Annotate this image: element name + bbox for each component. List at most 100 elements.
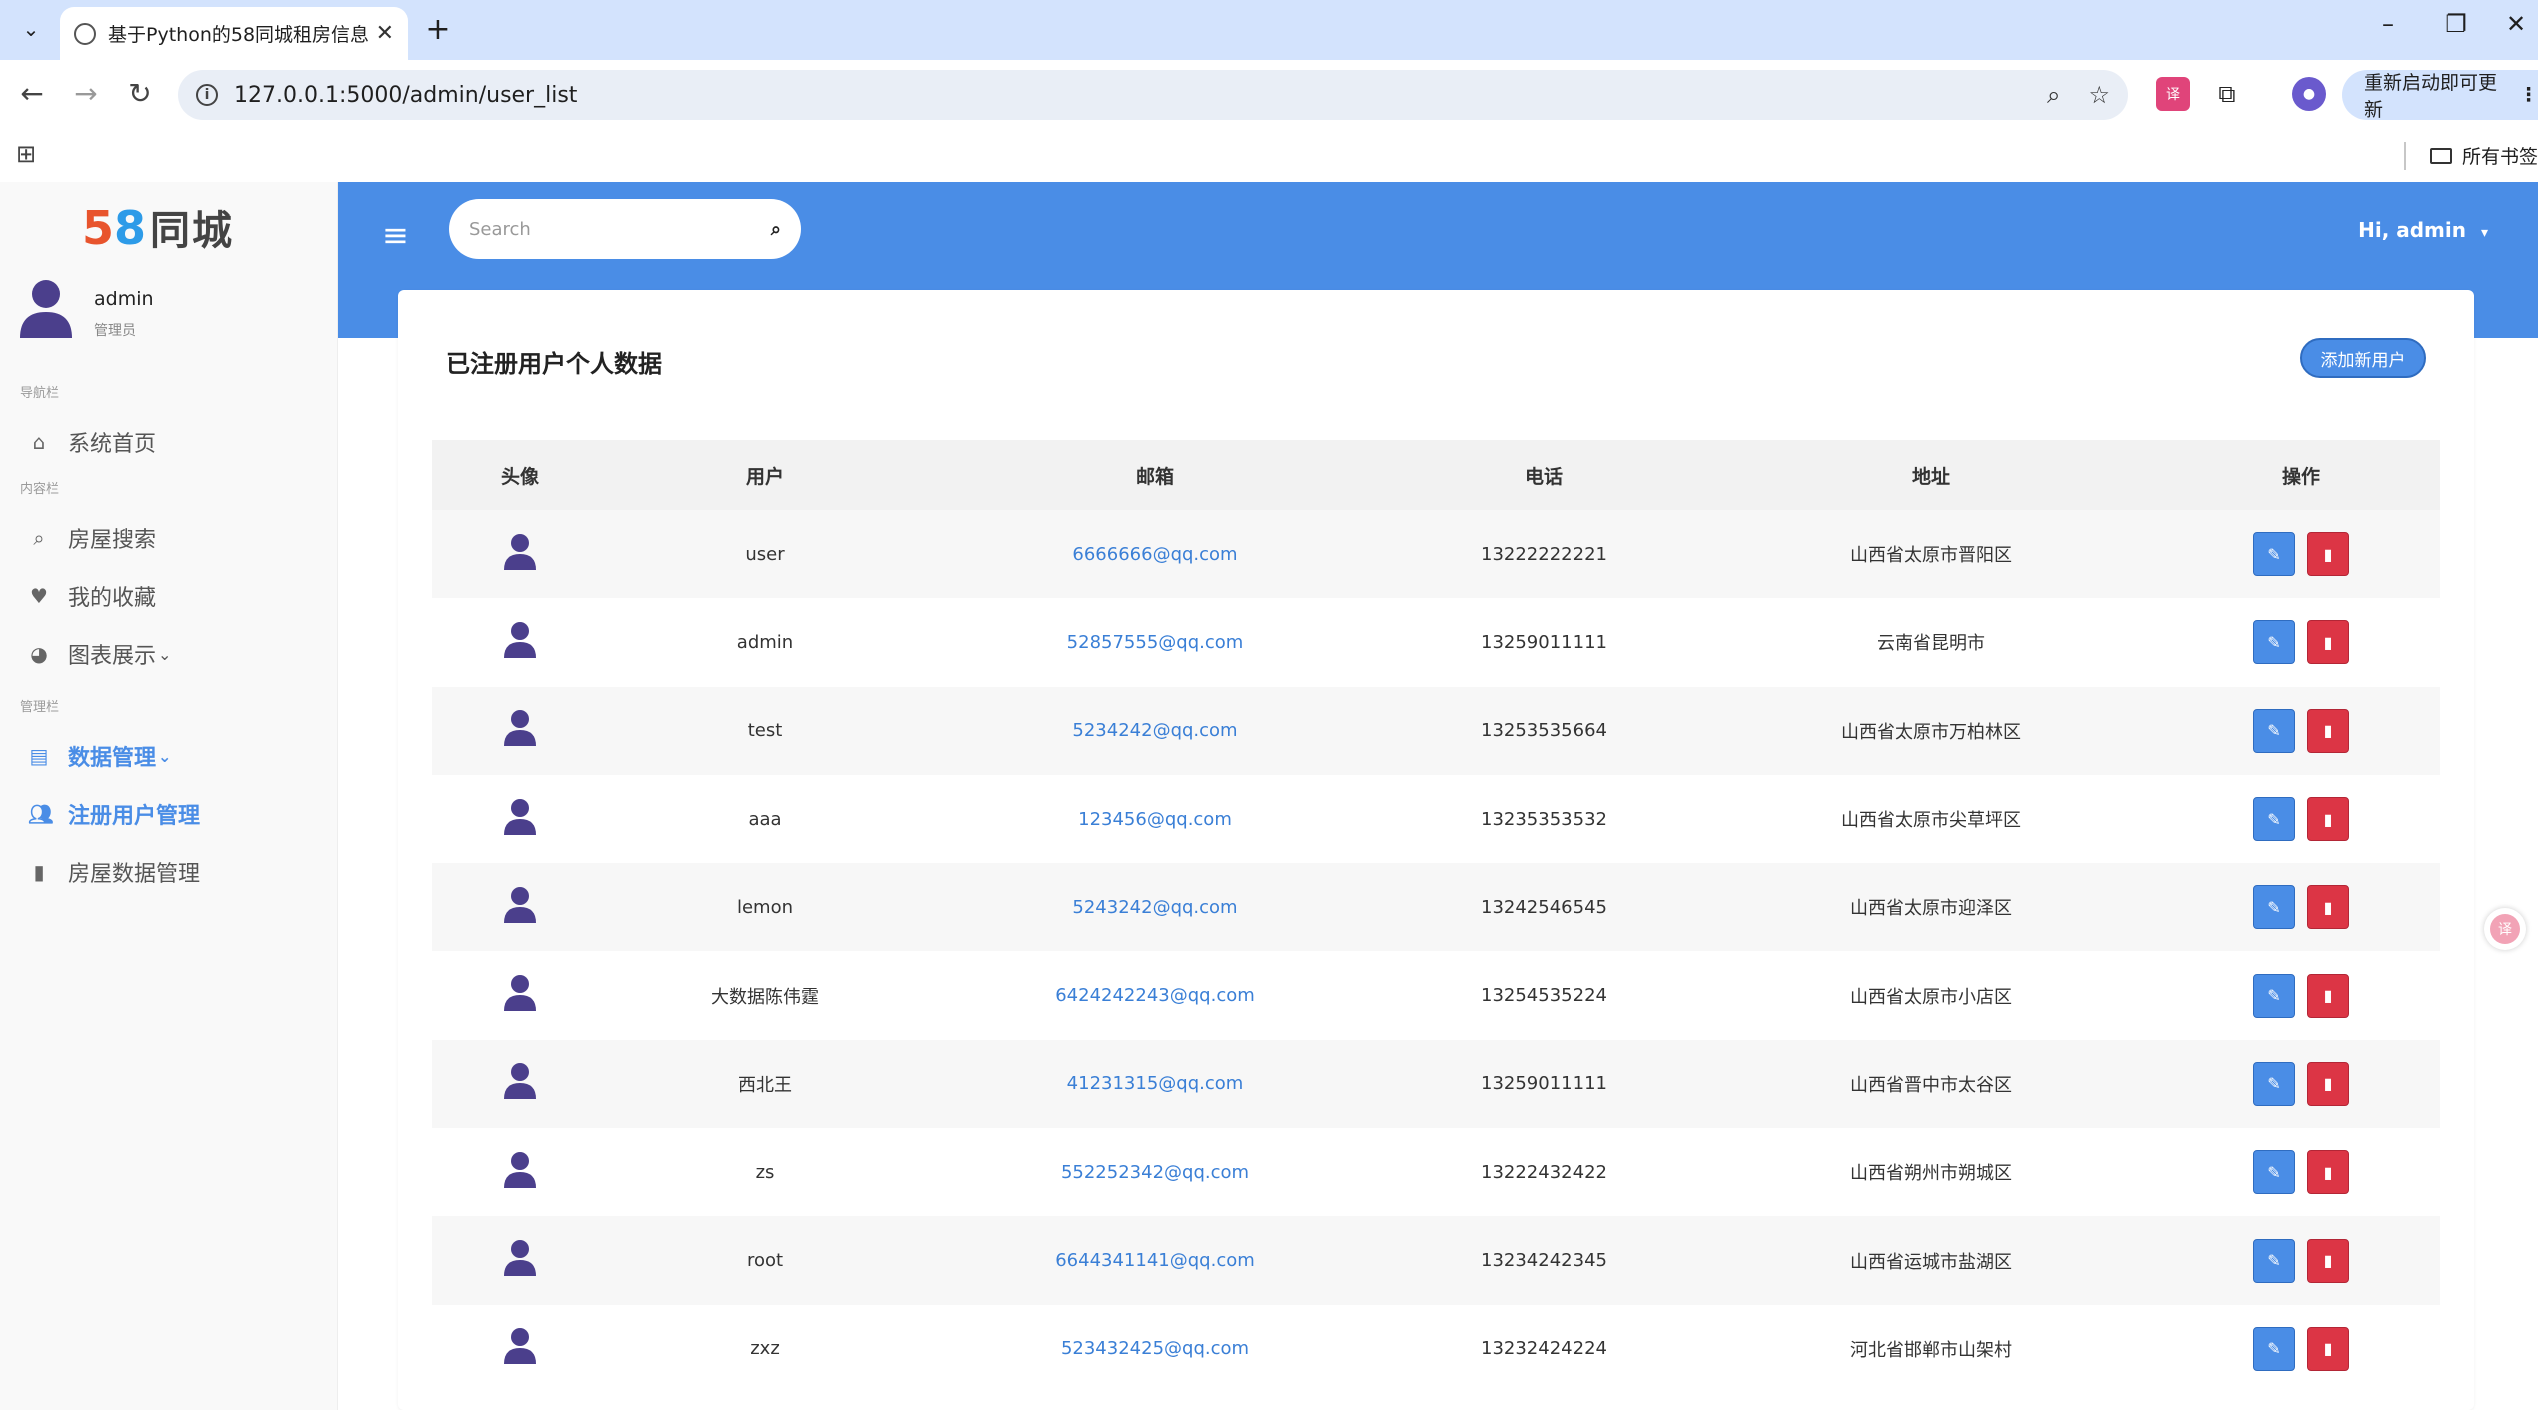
email-link[interactable]: 552252342@qq.com bbox=[922, 1162, 1388, 1183]
sidebar-item-home[interactable]: ⌂ 系统首页 bbox=[28, 422, 328, 462]
user-list-card: 已注册用户个人数据 添加新用户 头像 用户 邮箱 电话 地址 操作 user 66… bbox=[398, 290, 2474, 1410]
edit-button[interactable]: ✎ bbox=[2253, 1150, 2295, 1195]
sidebar-item-label: 图表展示 bbox=[68, 644, 157, 669]
column-header-user: 用户 bbox=[745, 465, 784, 488]
search-input[interactable]: Search ⌕ bbox=[449, 199, 801, 259]
sidebar-item-house-data-manage[interactable]: ▮ 房屋数据管理 bbox=[28, 852, 328, 892]
bookmarks-divider bbox=[2404, 142, 2406, 170]
table-row: admin 52857555@qq.com 13259011111 云南省昆明市 ✎ ▮ bbox=[432, 598, 2440, 687]
email-link[interactable]: 41231315@qq.com bbox=[922, 1073, 1388, 1094]
email-link[interactable]: 5243242@qq.com bbox=[922, 897, 1388, 918]
edit-button[interactable]: ✎ bbox=[2253, 1326, 2295, 1371]
pencil-icon: ✎ bbox=[2267, 986, 2281, 1006]
table-row: user 6666666@qq.com 13222222221 山西省太原市晋阳区 ✎ ▮ bbox=[432, 510, 2440, 599]
delete-button[interactable]: ▮ bbox=[2307, 797, 2349, 842]
edit-button[interactable]: ✎ bbox=[2253, 797, 2295, 842]
delete-button[interactable]: ▮ bbox=[2307, 1238, 2349, 1283]
delete-button[interactable]: ▮ bbox=[2307, 1061, 2349, 1106]
sidebar-item-favorites[interactable]: ♥ 我的收藏 bbox=[28, 576, 328, 616]
email-link[interactable]: 5234242@qq.com bbox=[922, 720, 1388, 741]
all-bookmarks-folder[interactable]: 所有书签 bbox=[2430, 142, 2538, 169]
edit-button[interactable]: ✎ bbox=[2253, 532, 2295, 577]
trash-icon: ▮ bbox=[2323, 632, 2333, 652]
avatar-cell bbox=[432, 1151, 608, 1194]
search-placeholder[interactable]: Search bbox=[469, 219, 771, 240]
minimize-icon[interactable]: – bbox=[2368, 10, 2408, 38]
site-info-icon[interactable]: i bbox=[196, 84, 218, 106]
delete-button[interactable]: ▮ bbox=[2307, 1326, 2349, 1371]
actions-cell: ✎ ▮ bbox=[2162, 1150, 2440, 1195]
delete-button[interactable]: ▮ bbox=[2307, 885, 2349, 930]
sidebar-item-data-manage[interactable]: ▤ 数据管理 ⌄ bbox=[28, 736, 328, 776]
omnibox[interactable]: i 127.0.0.1:5000/admin/user_list ⌕ ☆ bbox=[178, 70, 2128, 120]
column-header-phone: 电话 bbox=[1524, 465, 1563, 488]
sidebar-item-user-manage[interactable]: 👥︎ 注册用户管理 bbox=[28, 794, 328, 834]
table-body: user 6666666@qq.com 13222222221 山西省太原市晋阳区 ✎ ▮… bbox=[432, 510, 2440, 1393]
restore-icon[interactable]: ❐ bbox=[2436, 10, 2476, 38]
sidebar-item-charts[interactable]: ◕ 图表展示 ⌄ bbox=[28, 634, 328, 674]
email-link[interactable]: 52857555@qq.com bbox=[922, 632, 1388, 653]
email-link[interactable]: 523432425@qq.com bbox=[922, 1338, 1388, 1359]
logo-digit-8: 8 bbox=[114, 201, 147, 255]
edit-button[interactable]: ✎ bbox=[2253, 1061, 2295, 1106]
tab-title: 基于Python的58同城租房信息 bbox=[108, 24, 368, 46]
address-cell: 山西省晋中市太谷区 bbox=[1850, 1074, 2012, 1096]
sidebar-item-label: 系统首页 bbox=[68, 432, 157, 457]
email-link[interactable]: 6666666@qq.com bbox=[922, 544, 1388, 565]
url-text[interactable]: 127.0.0.1:5000/admin/user_list bbox=[234, 83, 2019, 108]
address-cell: 河北省邯郸市山架村 bbox=[1850, 1339, 2012, 1361]
forward-icon[interactable]: → bbox=[68, 77, 104, 110]
sidebar-item-house-search[interactable]: ⌕ 房屋搜索 bbox=[28, 518, 328, 558]
browser-tab-active[interactable]: 基于Python的58同城租房信息 ✕ bbox=[60, 7, 408, 60]
extensions-puzzle-icon[interactable]: ⧉ bbox=[2210, 77, 2244, 111]
delete-button[interactable]: ▮ bbox=[2307, 532, 2349, 577]
user-dropdown[interactable]: Hi, admin ▾ bbox=[2358, 218, 2488, 242]
actions-cell: ✎ ▮ bbox=[2162, 973, 2440, 1018]
bookmark-star-icon[interactable]: ☆ bbox=[2088, 81, 2110, 109]
delete-button[interactable]: ▮ bbox=[2307, 620, 2349, 665]
translate-extension-icon[interactable]: 译 bbox=[2156, 77, 2190, 111]
phone-cell: 13242546545 bbox=[1481, 896, 1607, 918]
edit-button[interactable]: ✎ bbox=[2253, 973, 2295, 1018]
apps-grid-icon[interactable]: ⊞ bbox=[16, 140, 36, 168]
tab-search-chevron-icon[interactable]: ⌄ bbox=[14, 12, 48, 46]
zoom-icon[interactable]: ⌕ bbox=[2047, 81, 2060, 109]
delete-button[interactable]: ▮ bbox=[2307, 973, 2349, 1018]
edit-button[interactable]: ✎ bbox=[2253, 885, 2295, 930]
more-vert-icon[interactable]: ⋮ bbox=[2519, 84, 2538, 106]
edit-button[interactable]: ✎ bbox=[2253, 1238, 2295, 1283]
floating-translate-button[interactable]: 译 bbox=[2484, 908, 2526, 950]
delete-button[interactable]: ▮ bbox=[2307, 708, 2349, 753]
actions-cell: ✎ ▮ bbox=[2162, 1238, 2440, 1283]
email-link[interactable]: 123456@qq.com bbox=[922, 809, 1388, 830]
email-link[interactable]: 6424242243@qq.com bbox=[922, 985, 1388, 1006]
avatar-cell bbox=[432, 1062, 608, 1105]
site-logo[interactable]: 5 8 同城 bbox=[82, 198, 234, 256]
menu-toggle-icon[interactable]: ≡ bbox=[382, 216, 409, 254]
logo-digit-5: 5 bbox=[82, 201, 115, 255]
reload-icon[interactable]: ↻ bbox=[122, 77, 158, 110]
delete-button[interactable]: ▮ bbox=[2307, 1150, 2349, 1195]
chevron-down-icon: ⌄ bbox=[158, 644, 172, 664]
trash-icon: ▮ bbox=[2323, 986, 2333, 1006]
sidebar-item-label: 房屋搜索 bbox=[68, 528, 157, 553]
phone-cell: 13222222221 bbox=[1481, 543, 1607, 565]
window-close-icon[interactable]: ✕ bbox=[2496, 10, 2536, 38]
sidebar-item-label: 数据管理 bbox=[68, 746, 157, 771]
tab-close-icon[interactable]: ✕ bbox=[376, 21, 394, 46]
column-header-avatar: 头像 bbox=[500, 465, 539, 488]
pencil-icon: ✎ bbox=[2267, 544, 2281, 564]
search-icon[interactable]: ⌕ bbox=[771, 219, 781, 240]
table-row: 西北王 41231315@qq.com 13259011111 山西省晋中市太谷区 ✎ ▮ bbox=[432, 1039, 2440, 1129]
edit-button[interactable]: ✎ bbox=[2253, 620, 2295, 665]
add-user-button[interactable]: 添加新用户 bbox=[2300, 338, 2426, 378]
back-icon[interactable]: ← bbox=[14, 77, 50, 110]
update-button[interactable]: 重新启动即可更新 ⋮ bbox=[2342, 70, 2538, 121]
avatar-cell bbox=[432, 974, 608, 1017]
email-link[interactable]: 6644341141@qq.com bbox=[922, 1250, 1388, 1271]
table-header: 头像 用户 邮箱 电话 地址 操作 bbox=[432, 440, 2440, 510]
edit-button[interactable]: ✎ bbox=[2253, 708, 2295, 753]
new-tab-button[interactable]: + bbox=[420, 12, 456, 47]
profile-avatar-icon[interactable]: ● bbox=[2292, 77, 2326, 111]
user-cell: 大数据陈伟霆 bbox=[711, 986, 819, 1008]
